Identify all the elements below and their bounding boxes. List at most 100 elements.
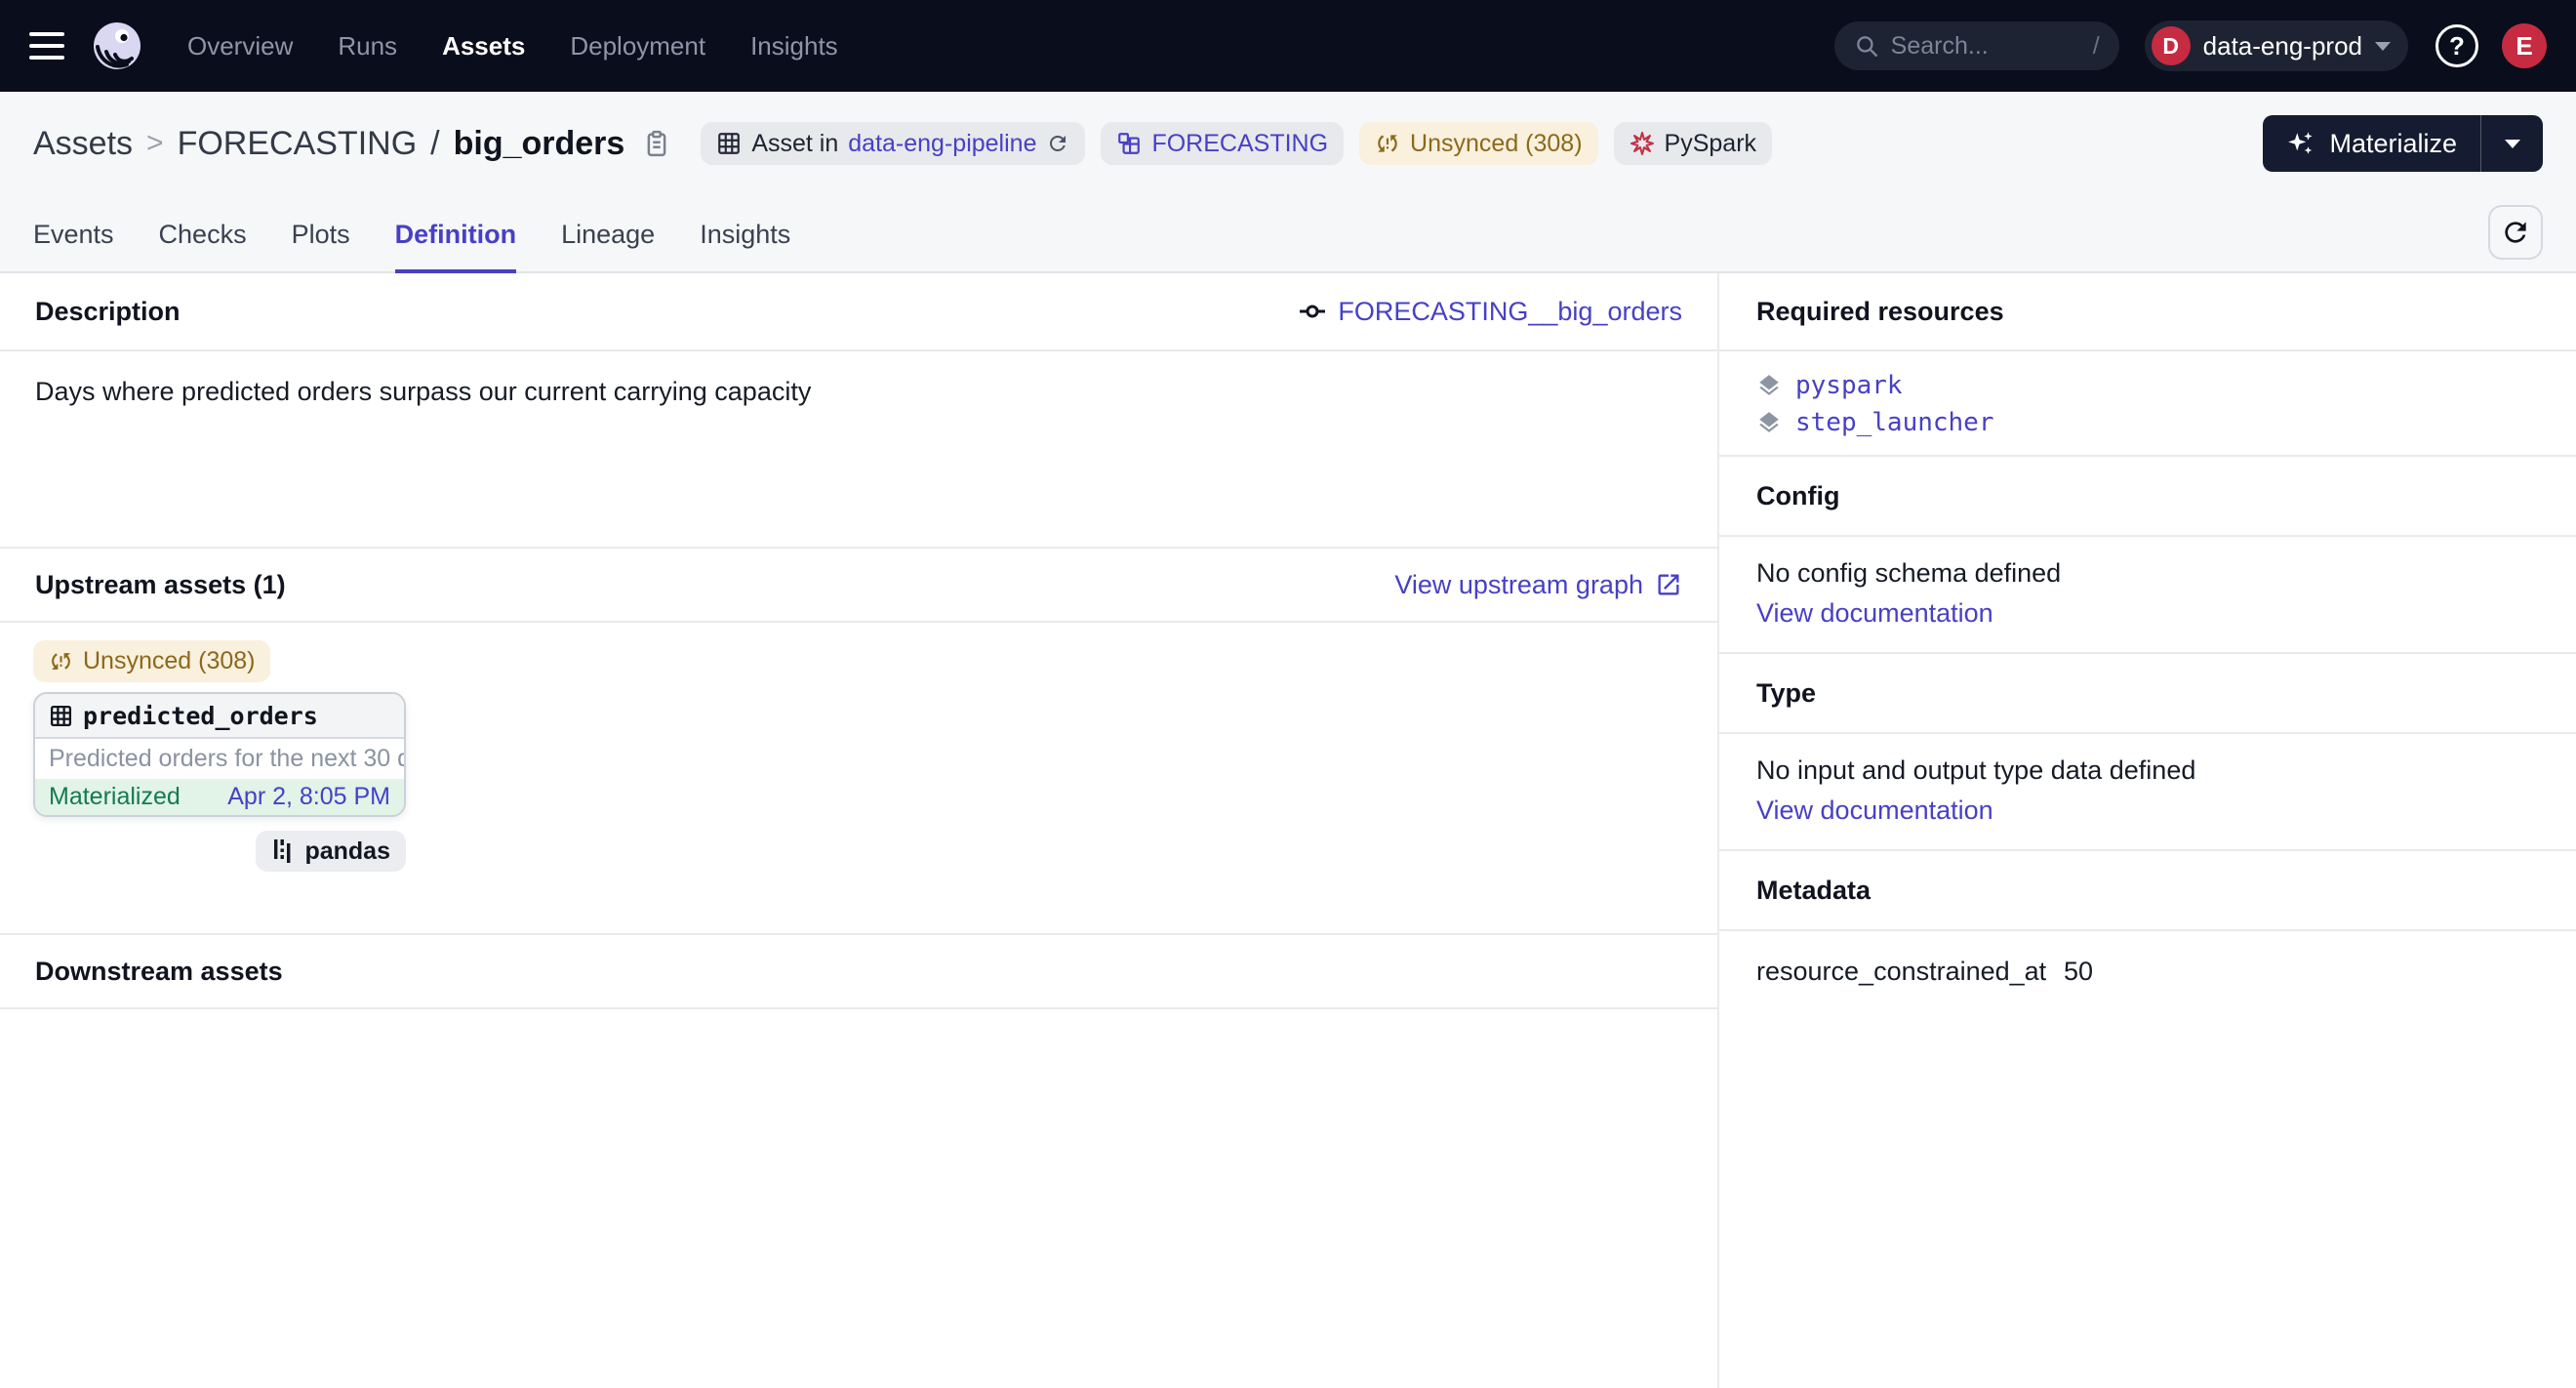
search-icon xyxy=(1854,33,1879,59)
metadata-key: resource_constrained_at xyxy=(1756,957,2064,987)
asset-card-description: Predicted orders for the next 30 day… xyxy=(35,739,404,779)
tag-kind-pandas[interactable]: pandas xyxy=(256,831,406,872)
asset-card-tags: pandas xyxy=(33,831,406,872)
asset-card-footer: Materialized Apr 2, 8:05 PM xyxy=(35,779,404,815)
type-title: Type xyxy=(1756,678,1816,709)
tag-kind-pyspark[interactable]: PySpark xyxy=(1614,122,1772,165)
config-header: Config xyxy=(1719,457,2576,537)
user-avatar[interactable]: E xyxy=(2502,23,2547,68)
tab-events[interactable]: Events xyxy=(33,220,114,273)
asset-card-name: predicted_orders xyxy=(83,702,318,730)
resource-name: pyspark xyxy=(1795,371,1903,400)
asset-group-icon xyxy=(1116,131,1142,156)
resource-item-pyspark[interactable]: pyspark xyxy=(1756,371,2539,400)
page-header: Assets > FORECASTING / big_orders Asset … xyxy=(0,92,2576,273)
tag-asset-group[interactable]: FORECASTING xyxy=(1101,122,1344,165)
breadcrumb: Assets > FORECASTING / big_orders xyxy=(33,125,624,163)
primary-nav: Overview Runs Assets Deployment Insights xyxy=(187,31,838,61)
help-icon[interactable]: ? xyxy=(2435,24,2478,67)
tab-insights[interactable]: Insights xyxy=(700,220,790,273)
metadata-row: resource_constrained_at 50 xyxy=(1719,931,2576,1012)
search-box[interactable]: / xyxy=(1834,21,2119,70)
tab-lineage[interactable]: Lineage xyxy=(561,220,655,273)
breadcrumb-path-separator: / xyxy=(430,125,439,163)
resource-name: step_launcher xyxy=(1795,408,1994,437)
tag-unsynced[interactable]: Unsynced (308) xyxy=(1359,122,1597,165)
dagster-logo-icon[interactable] xyxy=(92,20,142,71)
job-icon xyxy=(1299,298,1326,325)
required-resources-title: Required resources xyxy=(1756,297,2004,327)
config-body: No config schema defined View documentat… xyxy=(1719,537,2576,654)
view-upstream-graph-label: View upstream graph xyxy=(1394,570,1643,600)
nav-item-deployment[interactable]: Deployment xyxy=(570,31,705,61)
environment-name: data-eng-prod xyxy=(2203,31,2362,61)
sync-problem-icon xyxy=(1375,131,1400,156)
type-body: No input and output type data defined Vi… xyxy=(1719,734,2576,851)
top-navigation: Overview Runs Assets Deployment Insights… xyxy=(0,0,2576,92)
type-empty-text: No input and output type data defined xyxy=(1756,755,2539,786)
description-header-row: Description FORECASTING__big_orders xyxy=(0,273,1717,351)
refresh-small-icon[interactable] xyxy=(1046,132,1069,155)
nav-item-overview[interactable]: Overview xyxy=(187,31,293,61)
refresh-button[interactable] xyxy=(2488,205,2543,260)
menu-icon[interactable] xyxy=(29,32,64,60)
job-link[interactable]: FORECASTING__big_orders xyxy=(1299,297,1682,327)
asset-tabs: Events Checks Plots Definition Lineage I… xyxy=(33,195,2543,271)
search-input[interactable] xyxy=(1891,32,2057,61)
config-view-documentation-link[interactable]: View documentation xyxy=(1756,598,2539,629)
type-view-documentation-link[interactable]: View documentation xyxy=(1756,796,2539,826)
pandas-icon xyxy=(271,838,295,864)
upstream-title: Upstream assets (1) xyxy=(35,570,286,600)
tag-group-label: FORECASTING xyxy=(1151,130,1328,158)
materialize-dropdown-button[interactable] xyxy=(2480,115,2543,172)
downstream-header-row: Downstream assets xyxy=(0,933,1717,1009)
metadata-title: Metadata xyxy=(1756,876,1871,906)
tab-plots[interactable]: Plots xyxy=(292,220,350,273)
tab-definition[interactable]: Definition xyxy=(395,220,516,273)
main-panel: Description FORECASTING__big_orders Days… xyxy=(0,273,1719,1388)
caret-down-icon xyxy=(2505,140,2520,148)
tab-checks[interactable]: Checks xyxy=(159,220,247,273)
environment-switcher[interactable]: D data-eng-prod xyxy=(2145,20,2408,71)
downstream-title: Downstream assets xyxy=(35,957,283,987)
chevron-down-icon xyxy=(2375,42,2391,51)
nav-item-assets[interactable]: Assets xyxy=(442,31,525,61)
tag-prefix: Asset in xyxy=(751,130,838,158)
materialized-status: Materialized xyxy=(49,783,181,811)
unsynced-badge-label: Unsynced (308) xyxy=(83,647,255,675)
copy-icon[interactable] xyxy=(642,129,671,158)
breadcrumb-separator: > xyxy=(146,127,164,160)
view-upstream-graph-link[interactable]: View upstream graph xyxy=(1394,570,1682,600)
layers-icon xyxy=(1756,410,1782,435)
sparkles-icon xyxy=(2286,129,2315,158)
description-title: Description xyxy=(35,297,181,327)
nav-item-runs[interactable]: Runs xyxy=(338,31,397,61)
asset-card-header: predicted_orders xyxy=(35,694,404,739)
pipeline-link[interactable]: data-eng-pipeline xyxy=(848,130,1036,158)
spark-icon xyxy=(1630,131,1655,156)
materialization-timestamp-link[interactable]: Apr 2, 8:05 PM xyxy=(227,783,390,811)
tag-unsynced-label: Unsynced (308) xyxy=(1410,130,1582,158)
breadcrumb-assets-link[interactable]: Assets xyxy=(33,125,133,163)
sync-problem-icon xyxy=(49,649,73,674)
nav-item-insights[interactable]: Insights xyxy=(750,31,838,61)
search-shortcut-hint: / xyxy=(2093,32,2100,61)
definition-sidebar: Required resources pyspark step_launcher… xyxy=(1719,273,2576,1388)
tag-pandas-label: pandas xyxy=(304,837,390,866)
type-header: Type xyxy=(1719,654,2576,734)
upstream-asset-card[interactable]: predicted_orders Predicted orders for th… xyxy=(33,692,406,817)
materialize-button[interactable]: Materialize xyxy=(2263,115,2480,172)
breadcrumb-row: Assets > FORECASTING / big_orders Asset … xyxy=(33,92,2543,195)
asset-tags: Asset in data-eng-pipeline FORECASTING U… xyxy=(701,122,1772,165)
resource-item-step-launcher[interactable]: step_launcher xyxy=(1756,408,2539,437)
tag-kind-label: PySpark xyxy=(1665,130,1756,158)
description-text: Days where predicted orders surpass our … xyxy=(35,377,811,406)
metadata-header: Metadata xyxy=(1719,851,2576,931)
config-empty-text: No config schema defined xyxy=(1756,558,2539,589)
layers-icon xyxy=(1756,373,1782,398)
table-grid-icon xyxy=(716,131,742,156)
config-title: Config xyxy=(1756,481,1839,511)
required-resources-list: pyspark step_launcher xyxy=(1719,351,2576,457)
unsynced-badge[interactable]: Unsynced (308) xyxy=(33,640,270,682)
required-resources-header: Required resources xyxy=(1719,273,2576,351)
